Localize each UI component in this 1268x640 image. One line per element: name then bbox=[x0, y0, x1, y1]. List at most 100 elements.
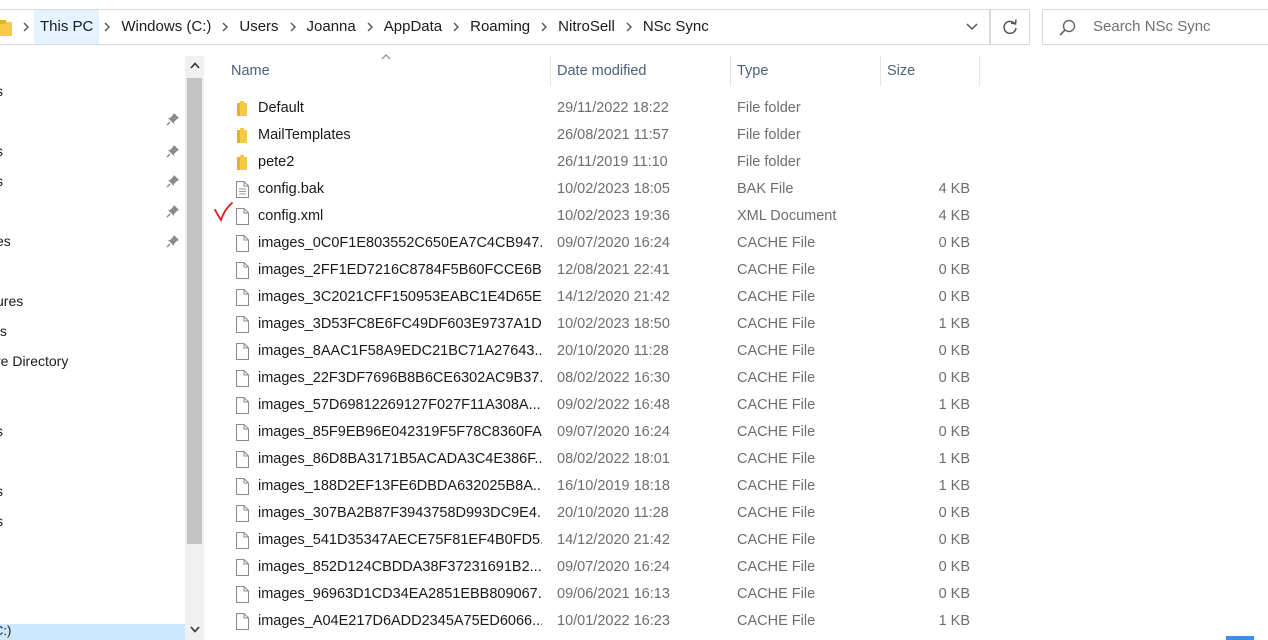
file-row[interactable]: images_57D69812269127F027F11A308A... 09/0… bbox=[204, 392, 1268, 419]
file-row[interactable]: config.xml 10/02/2023 19:36 XML Document 4 … bbox=[204, 203, 1268, 230]
chevron-right-icon bbox=[23, 22, 29, 32]
breadcrumb-item[interactable]: NitroSell bbox=[552, 10, 621, 44]
red-check-annotation bbox=[214, 202, 233, 223]
file-row[interactable]: pete2 26/11/2019 11:10 File folder bbox=[204, 149, 1268, 176]
file-type: CACHE File bbox=[737, 235, 816, 251]
nav-scrollbar[interactable] bbox=[185, 56, 204, 640]
nav-item-label: s bbox=[0, 78, 3, 104]
nav-item-label: re Directory bbox=[0, 353, 69, 369]
chevron-right-icon bbox=[541, 22, 548, 32]
address-dropdown-button[interactable] bbox=[955, 10, 989, 44]
file-size: 1 KB bbox=[938, 451, 970, 467]
file-size: 0 KB bbox=[938, 586, 970, 602]
pin-icon bbox=[166, 235, 179, 248]
address-bar[interactable]: This PC Windows (C:) Users Joanna AppData Roa… bbox=[0, 9, 990, 45]
file-type: CACHE File bbox=[737, 613, 816, 629]
search-placeholder[interactable]: Search NSc Sync bbox=[1093, 10, 1211, 44]
nav-item-label: ures bbox=[0, 293, 24, 309]
breadcrumb: This PC Windows (C:) Users Joanna AppData Roa… bbox=[18, 10, 715, 44]
breadcrumb-separator[interactable] bbox=[99, 10, 115, 44]
file-type: CACHE File bbox=[737, 478, 816, 494]
file-size: 4 KB bbox=[938, 181, 970, 197]
file-size: 0 KB bbox=[938, 289, 970, 305]
breadcrumb-separator[interactable] bbox=[362, 10, 378, 44]
file-row[interactable]: images_3C2021CFF150953EABC1E4D65E... 14/1… bbox=[204, 284, 1268, 311]
file-date: 10/01/2022 16:23 bbox=[557, 613, 670, 629]
file-row[interactable]: images_8AAC1F58A9EDC21BC71A27643... 20/10… bbox=[204, 338, 1268, 365]
file-size: 0 KB bbox=[938, 424, 970, 440]
column-name-label: Name bbox=[231, 63, 270, 79]
file-type: XML Document bbox=[737, 208, 837, 224]
column-header-size[interactable]: Size bbox=[880, 56, 980, 86]
file-size: 0 KB bbox=[938, 343, 970, 359]
file-row[interactable]: config.bak 10/02/2023 18:05 BAK File 4 KB bbox=[204, 176, 1268, 203]
file-row[interactable]: images_852D124CBDDA38F37231691B2... 09/07… bbox=[204, 554, 1268, 581]
file-type: CACHE File bbox=[737, 586, 816, 602]
file-type: CACHE File bbox=[737, 343, 816, 359]
folder-icon bbox=[0, 20, 12, 36]
breadcrumb-item[interactable]: Joanna bbox=[301, 10, 362, 44]
breadcrumb-separator[interactable] bbox=[217, 10, 233, 44]
file-icon bbox=[234, 343, 250, 360]
scroll-down-button[interactable] bbox=[185, 620, 204, 638]
pin-icon bbox=[166, 145, 179, 158]
nav-item-label: s bbox=[0, 418, 3, 444]
file-size: 0 KB bbox=[938, 370, 970, 386]
file-icon bbox=[234, 478, 250, 495]
file-date: 20/10/2020 11:28 bbox=[557, 505, 669, 521]
scroll-up-button[interactable] bbox=[185, 56, 204, 74]
file-row[interactable]: images_188D2EF13FE6DBDA632025B8A... 16/10… bbox=[204, 473, 1268, 500]
breadcrumb-separator[interactable] bbox=[448, 10, 464, 44]
file-row[interactable]: images_85F9EB96E042319F5F78C8360FA... 09/… bbox=[204, 419, 1268, 446]
file-date: 26/11/2019 11:10 bbox=[557, 154, 668, 170]
file-name: images_541D35347AECE75F81EF4B0FD5... bbox=[258, 532, 542, 548]
file-row[interactable]: Default 29/11/2022 18:22 File folder bbox=[204, 95, 1268, 122]
breadcrumb-item[interactable]: This PC bbox=[34, 10, 100, 44]
breadcrumb-item[interactable]: Roaming bbox=[464, 10, 536, 44]
file-row[interactable]: images_307BA2B87F3943758D993DC9E4... 20/1… bbox=[204, 500, 1268, 527]
file-row[interactable]: images_A04E217D6ADD2345A75ED6066... 10/01… bbox=[204, 608, 1268, 635]
column-date-label: Date modified bbox=[557, 63, 647, 79]
scroll-thumb[interactable] bbox=[187, 78, 202, 544]
navigation-pane: C:) sssesurestsre Directorysss bbox=[0, 56, 185, 640]
refresh-button[interactable] bbox=[990, 9, 1030, 45]
file-size: 0 KB bbox=[938, 235, 970, 251]
breadcrumb-separator[interactable] bbox=[621, 10, 637, 44]
search-box[interactable]: Search NSc Sync bbox=[1042, 9, 1268, 45]
breadcrumb-item[interactable]: Users bbox=[233, 10, 284, 44]
chevron-right-icon bbox=[626, 22, 632, 32]
file-row[interactable]: images_96963D1CD34EA2851EBB809067... 09/0… bbox=[204, 581, 1268, 608]
column-header-date[interactable]: Date modified bbox=[550, 56, 731, 86]
file-type: CACHE File bbox=[737, 262, 816, 278]
chevron-down-icon bbox=[189, 625, 200, 633]
file-row[interactable]: images_22F3DF7696B8B6CE6302AC9B37... 08/0… bbox=[204, 365, 1268, 392]
file-row[interactable]: images_0C0F1E803552C650EA7C4CB947... 09/0… bbox=[204, 230, 1268, 257]
breadcrumb-separator[interactable] bbox=[285, 10, 301, 44]
file-icon bbox=[234, 262, 250, 279]
file-icon bbox=[234, 451, 250, 468]
file-row[interactable]: MailTemplates 26/08/2021 11:57 File folder bbox=[204, 122, 1268, 149]
file-size: 0 KB bbox=[938, 505, 970, 521]
file-row[interactable]: images_2FF1ED7216C8784F5B60FCCE6B... 12/0… bbox=[204, 257, 1268, 284]
breadcrumb-item[interactable]: NSc Sync bbox=[637, 10, 715, 44]
file-size bbox=[880, 95, 970, 122]
file-type: File folder bbox=[737, 100, 801, 116]
column-header-type[interactable]: Type bbox=[730, 56, 881, 86]
file-row[interactable]: images_541D35347AECE75F81EF4B0FD5... 14/1… bbox=[204, 527, 1268, 554]
file-name: images_57D69812269127F027F11A308A... bbox=[258, 397, 541, 413]
pin-icon bbox=[166, 175, 179, 188]
search-icon bbox=[1059, 19, 1076, 36]
chevron-down-icon bbox=[966, 23, 978, 31]
breadcrumb-separator[interactable] bbox=[18, 10, 34, 44]
refresh-icon bbox=[1003, 19, 1017, 35]
file-icon bbox=[234, 235, 250, 252]
file-row[interactable]: images_3D53FC8E6FC49DF603E9737A1D... 10/0… bbox=[204, 311, 1268, 338]
file-name: images_85F9EB96E042319F5F78C8360FA... bbox=[258, 424, 542, 440]
nav-item-drive-selected[interactable]: C:) bbox=[0, 623, 185, 640]
file-row[interactable]: images_86D8BA3171B5ACADA3C4E386F... 08/02… bbox=[204, 446, 1268, 473]
breadcrumb-item[interactable]: Windows (C:) bbox=[115, 10, 217, 44]
column-header-name[interactable]: Name bbox=[231, 56, 551, 86]
breadcrumb-item[interactable]: AppData bbox=[378, 10, 448, 44]
breadcrumb-separator[interactable] bbox=[536, 10, 552, 44]
file-name: MailTemplates bbox=[258, 127, 351, 143]
